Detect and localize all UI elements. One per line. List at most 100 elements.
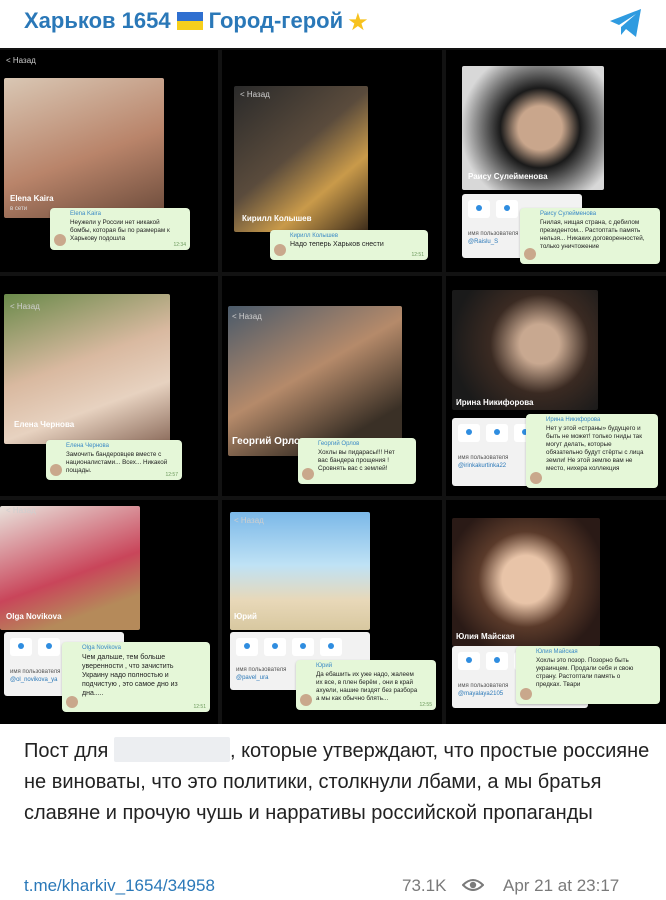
- message-sender: Ирина Никифорова: [546, 417, 601, 423]
- telegram-icon[interactable]: [608, 6, 644, 40]
- message-sender: Елена Чернова: [66, 443, 109, 449]
- profile-name: Olga Novikova: [6, 612, 62, 621]
- profile-photo: [228, 306, 402, 456]
- message-sender: Elena Kaira: [70, 211, 102, 217]
- message-sender: Olga Novikova: [82, 645, 122, 651]
- username-label: имя пользователя: [10, 669, 61, 675]
- action-buttons[interactable]: [468, 200, 518, 218]
- collage-tile[interactable]: < Назад Елена Чернова Елена Чернова Замо…: [0, 276, 218, 496]
- avatar: [520, 688, 532, 700]
- username-label: имя пользователя: [458, 455, 509, 461]
- profile-name: Elena Kaira: [10, 194, 54, 203]
- collage-tile[interactable]: < Назад Olga Novikova имя пользователя @o…: [0, 500, 218, 724]
- post-link[interactable]: t.me/kharkiv_1654/34958: [24, 876, 215, 896]
- profile-name: Юрий: [234, 612, 257, 621]
- username-value[interactable]: @irinkakurtinka22: [458, 463, 506, 469]
- profile-name: Кирилл Колышев: [242, 214, 312, 223]
- avatar: [54, 234, 66, 246]
- avatar: [524, 248, 536, 260]
- message-sender: Георгий Орлов: [318, 441, 360, 447]
- message-bubble: Кирилл Колышев Надо теперь Харьков снест…: [270, 230, 428, 260]
- channel-title-part1: Харьков 1654: [24, 8, 171, 33]
- message-bubble: Elena Kaira Неужели у России нет никакой…: [50, 208, 190, 250]
- profile-name: Георгий Орлов: [232, 436, 307, 447]
- username-field: имя пользователя @mayalaya2105: [458, 682, 508, 698]
- message-time: 12:55: [419, 702, 432, 708]
- profile-photo: [234, 86, 368, 232]
- post-date: Apr 21 at 23:17: [503, 876, 620, 895]
- action-buttons[interactable]: [458, 424, 536, 442]
- post-text: Пост для , которые утверждают, что прост…: [24, 736, 654, 829]
- message-bubble: Юлия Майская Хохлы это позор. Позорно бы…: [516, 646, 660, 704]
- message-sender: Раису Сулейменова: [540, 211, 597, 217]
- avatar: [66, 696, 78, 708]
- username-value[interactable]: @pavel_ura: [236, 675, 268, 681]
- profile-name: Елена Чернова: [14, 420, 75, 429]
- star-icon: ★: [347, 9, 369, 36]
- message-text: Хохлы вы пидарасы!!! Нет вас бандера про…: [318, 449, 395, 472]
- message-text: Да ебашить их уже надо, жалеем их все, в…: [316, 671, 418, 702]
- message-text: Чем дальше, тем больше уверенности , что…: [82, 654, 178, 697]
- message-bubble: Раису Сулейменова Гнилая, нищая страна, …: [520, 208, 660, 264]
- back-button[interactable]: < Назад: [10, 302, 40, 311]
- ukraine-flag-icon: [176, 12, 203, 30]
- message-text: Замочить бандеровцев вместе с националис…: [66, 451, 168, 474]
- profile-name: Ирина Никифорова: [456, 398, 534, 407]
- username-value[interactable]: @ol_novikova_ya: [10, 677, 57, 683]
- back-button[interactable]: < Назад: [6, 506, 36, 515]
- profile-name: Юлия Майская: [456, 632, 515, 641]
- back-button[interactable]: < Назад: [234, 516, 264, 525]
- message-bubble: Olga Novikova Чем дальше, тем больше уве…: [62, 642, 210, 712]
- message-text: Нет у этой «страны» будущего и быть не м…: [546, 425, 644, 472]
- screenshot-collage: < Назад Elena Kaira в сети Elena Kaira Н…: [0, 48, 666, 724]
- redacted-word: [113, 737, 230, 762]
- username-field: имя пользователя @irinkakurtinka22: [458, 454, 508, 470]
- avatar: [50, 464, 62, 476]
- message-bubble: Елена Чернова Замочить бандеровцев вмест…: [46, 440, 182, 480]
- collage-tile[interactable]: < Назад Elena Kaira в сети Elena Kaira Н…: [0, 50, 218, 272]
- back-button[interactable]: < Назад: [232, 312, 262, 321]
- channel-title[interactable]: Харьков 1654 Город-герой ★: [24, 8, 369, 37]
- collage-tile[interactable]: Ирина Никифорова имя пользователя @irinka…: [446, 276, 666, 496]
- back-button[interactable]: < Назад: [240, 90, 270, 99]
- username-field: имя пользователя @Raislu_S: [468, 230, 518, 246]
- message-sender: Кирилл Колышев: [290, 233, 339, 239]
- message-time: 12:57: [165, 472, 178, 478]
- profile-photo: [452, 518, 600, 646]
- username-label: имя пользователя: [468, 231, 519, 237]
- username-value[interactable]: @mayalaya2105: [458, 691, 503, 697]
- collage-tile[interactable]: < Назад Кирилл Колышев Кирилл Колышев На…: [222, 50, 442, 272]
- message-bubble: Ирина Никифорова Нет у этой «страны» буд…: [526, 414, 658, 488]
- profile-name: Раису Сулейменова: [468, 172, 548, 181]
- post-footer: t.me/kharkiv_1654/34958 73.1K Apr 21 at …: [0, 868, 666, 898]
- profile-photo: [452, 290, 598, 410]
- back-button[interactable]: < Назад: [6, 56, 36, 65]
- message-sender: Юлия Майская: [536, 649, 578, 655]
- channel-title-part2: Город-герой: [208, 8, 344, 33]
- username-value[interactable]: @Raislu_S: [468, 239, 498, 245]
- avatar: [530, 472, 542, 484]
- message-text: Неужели у России нет никакой бомбы, кото…: [70, 219, 170, 242]
- message-time: 12:51: [411, 252, 424, 258]
- action-buttons[interactable]: [236, 638, 342, 656]
- action-buttons[interactable]: [10, 638, 60, 656]
- message-time: 12:34: [173, 242, 186, 248]
- channel-header: Харьков 1654 Город-герой ★: [0, 0, 666, 46]
- username-label: имя пользователя: [236, 667, 287, 673]
- collage-tile[interactable]: < Назад Георгий Орлов Георгий Орлов Хохл…: [222, 276, 442, 496]
- message-bubble: Георгий Орлов Хохлы вы пидарасы!!! Нет в…: [298, 438, 416, 484]
- view-count: 73.1K: [402, 876, 447, 895]
- username-field: имя пользователя @ol_novikova_ya: [10, 668, 60, 684]
- avatar: [300, 694, 312, 706]
- collage-tile[interactable]: < Назад Юрий имя пользователя @pavel_ura …: [222, 500, 442, 724]
- collage-tile[interactable]: Раису Сулейменова имя пользователя @Raisl…: [446, 50, 666, 272]
- username-field: имя пользователя @pavel_ura: [236, 666, 286, 682]
- message-bubble: Юрий Да ебашить их уже надо, жалеем их в…: [296, 660, 436, 710]
- post-text-before: Пост для: [24, 740, 109, 762]
- collage-tile[interactable]: Юлия Майская имя пользователя @mayalaya21…: [446, 500, 666, 724]
- message-text: Хохлы это позор. Позорно быть украинцем.…: [536, 657, 634, 688]
- eye-icon: [462, 879, 484, 891]
- message-text: Гнилая, нищая страна, с дебилом президен…: [540, 219, 645, 250]
- message-time: 12:51: [193, 704, 206, 710]
- message-text: Надо теперь Харьков снести: [290, 241, 384, 248]
